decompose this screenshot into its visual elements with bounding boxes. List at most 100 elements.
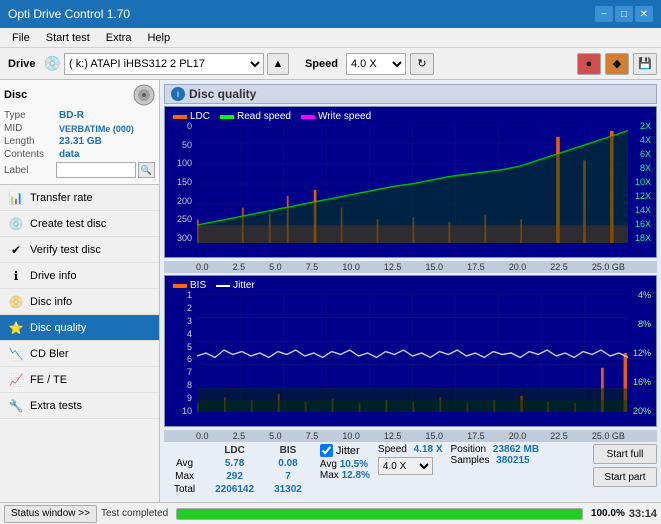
max-bis: 7: [264, 470, 312, 483]
create-test-disc-icon: 💿: [8, 216, 24, 232]
label-search-button[interactable]: 🔍: [138, 162, 155, 178]
save-button[interactable]: 💾: [633, 53, 657, 75]
content-area: i Disc quality LDC Read speed Write spee…: [160, 80, 661, 502]
verify-test-disc-icon: ✔: [8, 242, 24, 258]
drive-icon: 💿: [44, 55, 61, 72]
maximize-button[interactable]: □: [615, 6, 633, 22]
sidebar-item-extra-tests[interactable]: 🔧 Extra tests: [0, 393, 159, 419]
jitter-stats: Avg 10.5% Max 12.8%: [320, 459, 370, 481]
speed-select[interactable]: 4.0 X 8.0 X: [346, 53, 406, 75]
disc-info-panel: Disc Type BD-R MID VERBATIMe (000) Leng: [0, 80, 159, 185]
bis-legend: BIS Jitter: [169, 278, 259, 293]
jitter-max: 12.8%: [342, 470, 370, 481]
jitter-checkbox-label[interactable]: Jitter: [320, 444, 370, 457]
jitter-section: Jitter Avg 10.5% Max 12.8%: [320, 444, 370, 481]
ldc-bis-table: LDC BIS Avg 5.78 0.08 Max 292 7 Total 22…: [164, 444, 312, 496]
col-ldc: LDC: [205, 444, 264, 457]
sidebar-item-transfer-rate[interactable]: 📊 Transfer rate: [0, 185, 159, 211]
minimize-button[interactable]: −: [595, 6, 613, 22]
read-speed-legend-item: Read speed: [220, 111, 291, 122]
bis-chart: BIS Jitter 10 9 8 7 6 5 4 3 2 1: [164, 275, 657, 427]
ldc-chart-canvas: [197, 125, 628, 243]
menu-extra[interactable]: Extra: [98, 30, 140, 46]
eject-button[interactable]: ▲: [267, 53, 289, 75]
avg-ldc: 5.78: [205, 457, 264, 470]
menu-help[interactable]: Help: [139, 30, 178, 46]
ldc-legend-label: LDC: [190, 111, 210, 122]
close-button[interactable]: ✕: [635, 6, 653, 22]
sidebar-item-verify-test-disc[interactable]: ✔ Verify test disc: [0, 237, 159, 263]
refresh-button[interactable]: ↻: [410, 53, 434, 75]
drive-select[interactable]: ( k:) ATAPI iHBS312 2 PL17: [64, 53, 264, 75]
sidebar-item-fe-te[interactable]: 📈 FE / TE: [0, 367, 159, 393]
bis-y-axis-left: 10 9 8 7 6 5 4 3 2 1: [165, 276, 197, 426]
ldc-y-axis-right: 18X 16X 14X 12X 10X 8X 6X 4X 2X: [628, 107, 656, 257]
sidebar-item-disc-info[interactable]: 📀 Disc info: [0, 289, 159, 315]
toolbar: Drive 💿 ( k:) ATAPI iHBS312 2 PL17 ▲ Spe…: [0, 48, 661, 80]
drive-info-label: Drive info: [30, 270, 76, 282]
app-title: Opti Drive Control 1.70: [8, 7, 595, 21]
bis-legend-label: BIS: [190, 280, 206, 291]
table-row-total: Total 2206142 31302: [164, 483, 312, 496]
ldc-y-axis-left: 300 250 200 150 100 50 0: [165, 107, 197, 257]
ldc-legend: LDC Read speed Write speed: [169, 109, 375, 124]
bis-y-axis-right: 20% 16% 12% 8% 4%: [628, 276, 656, 426]
nav-section: 📊 Transfer rate 💿 Create test disc ✔ Ver…: [0, 185, 159, 502]
read-speed-legend-label: Read speed: [237, 111, 291, 122]
sidebar-item-disc-quality[interactable]: ⭐ Disc quality: [0, 315, 159, 341]
fe-te-label: FE / TE: [30, 374, 67, 386]
drive-info-icon: ℹ: [8, 268, 24, 284]
create-test-disc-label: Create test disc: [30, 218, 106, 230]
drive-label: Drive: [4, 58, 40, 70]
status-time: 33:14: [629, 508, 657, 520]
ldc-legend-item: LDC: [173, 111, 210, 122]
progress-container: [176, 508, 583, 520]
speed-text-label: Speed: [378, 444, 407, 455]
menu-start-test[interactable]: Start test: [38, 30, 98, 46]
settings-button2[interactable]: ◆: [605, 53, 629, 75]
extra-tests-icon: 🔧: [8, 398, 24, 414]
disc-icon: [133, 84, 155, 106]
status-window-button[interactable]: Status window >>: [4, 505, 97, 523]
transfer-rate-label: Transfer rate: [30, 192, 93, 204]
statusbar: Status window >> Test completed 100.0% 3…: [0, 502, 661, 524]
sidebar-item-drive-info[interactable]: ℹ Drive info: [0, 263, 159, 289]
col-bis: BIS: [264, 444, 312, 457]
position-value: 23862 MB: [493, 444, 539, 455]
speed-value: 4.18 X: [414, 444, 443, 455]
start-full-button[interactable]: Start full: [593, 444, 657, 464]
ldc-x-axis: 0.0 2.5 5.0 7.5 10.0 12.5 15.0 17.5 20.0…: [164, 261, 657, 273]
disc-panel-title: Disc: [4, 89, 27, 101]
sidebar-item-create-test-disc[interactable]: 💿 Create test disc: [0, 211, 159, 237]
ldc-chart: LDC Read speed Write speed 300 250 200 1…: [164, 106, 657, 258]
speed-dropdown[interactable]: 4.0 X 8.0 X: [378, 457, 433, 475]
start-part-button[interactable]: Start part: [593, 467, 657, 487]
fe-te-icon: 📈: [8, 372, 24, 388]
menu-file[interactable]: File: [4, 30, 38, 46]
write-speed-legend-label: Write speed: [318, 111, 371, 122]
bis-chart-canvas: [197, 294, 628, 412]
disc-quality-chart-title: Disc quality: [189, 87, 256, 101]
disc-info-icon: 📀: [8, 294, 24, 310]
stats-row: LDC BIS Avg 5.78 0.08 Max 292 7 Total 22…: [164, 442, 657, 498]
sidebar: Disc Type BD-R MID VERBATIMe (000) Leng: [0, 80, 160, 502]
label-input[interactable]: [56, 162, 136, 178]
window-controls: − □ ✕: [595, 6, 653, 22]
bis-x-axis: 0.0 2.5 5.0 7.5 10.0 12.5 15.0 17.5 20.0…: [164, 430, 657, 442]
label-label: Label: [4, 165, 56, 176]
bis-chart-svg: [197, 294, 628, 412]
contents-value: data: [59, 149, 80, 160]
settings-button1[interactable]: ●: [577, 53, 601, 75]
type-value: BD-R: [59, 110, 84, 121]
length-value: 23.31 GB: [59, 136, 102, 147]
mid-label: MID: [4, 123, 59, 134]
jitter-checkbox[interactable]: [320, 444, 333, 457]
avg-bis: 0.08: [264, 457, 312, 470]
jitter-legend-label: Jitter: [233, 280, 255, 291]
ldc-chart-svg: [197, 125, 628, 243]
type-label: Type: [4, 110, 59, 121]
sidebar-item-cd-bler[interactable]: 📉 CD Bler: [0, 341, 159, 367]
titlebar: Opti Drive Control 1.70 − □ ✕: [0, 0, 661, 28]
disc-quality-label: Disc quality: [30, 322, 86, 334]
bis-legend-item: BIS: [173, 280, 206, 291]
